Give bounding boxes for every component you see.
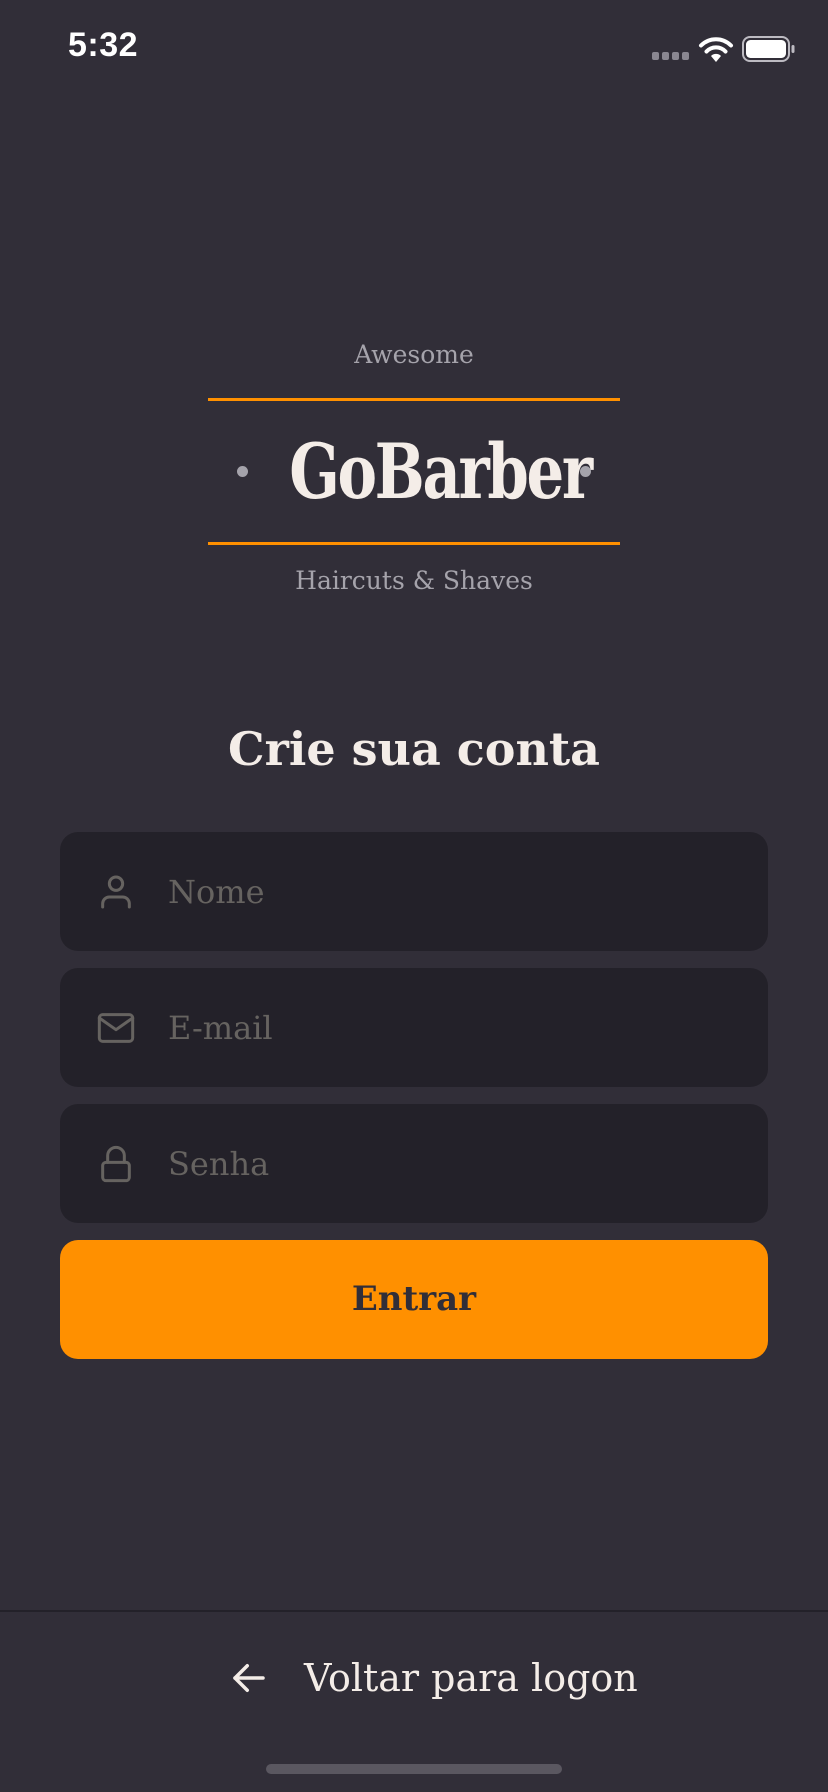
user-icon [101,875,131,909]
logo-tagline-top: Awesome [354,340,474,369]
status-time: 5:32 [68,26,139,64]
password-input[interactable] [168,1104,748,1223]
status-bar: 5:32 [0,0,828,100]
page-title: Crie sua conta [228,722,600,776]
logo-divider-bottom [208,542,620,545]
name-input[interactable] [168,832,748,951]
logo-divider-top [208,398,620,401]
name-field[interactable] [60,832,768,951]
logo-wordmark: GoBarber [289,427,593,516]
submit-button[interactable]: Entrar [60,1240,768,1359]
password-field[interactable] [60,1104,768,1223]
back-to-logon-link[interactable]: Voltar para logon [228,1648,638,1708]
email-field[interactable] [60,968,768,1087]
mail-icon [97,1013,135,1043]
gobarber-logo: Awesome GoBarber Haircuts & Shaves [0,340,828,600]
battery-icon [742,36,795,62]
back-to-logon-label: Voltar para logon [304,1656,638,1700]
logo-tagline-bottom: Haircuts & Shaves [295,566,533,595]
email-input[interactable] [168,968,748,1087]
logo-dot-right [580,466,591,477]
arrow-left-icon [233,1664,265,1692]
home-indicator[interactable] [266,1764,562,1774]
lock-icon [101,1145,131,1183]
signal-icon [652,52,690,62]
wifi-icon [699,37,733,62]
logo-dot-left [237,466,248,477]
sign-up-screen: 5:32 Awesome GoBarber Haircuts & Shaves … [0,0,828,1792]
